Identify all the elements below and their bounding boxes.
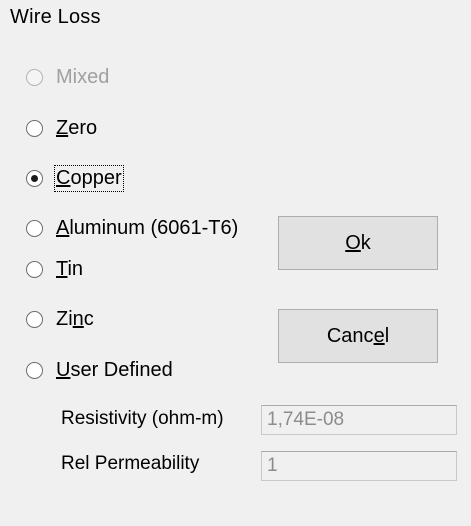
resistivity-label: Resistivity (ohm-m) [61,408,224,429]
radio-label-zero: Zero [56,116,98,139]
radio-option-copper[interactable]: Copper [26,163,124,193]
radio-button-zero[interactable] [26,119,43,137]
radio-option-tin[interactable]: Tin [26,254,83,284]
radio-option-zero[interactable]: Zero [26,113,97,143]
radio-label-user-defined: User Defined [56,358,173,381]
dialog-title: Wire Loss [10,6,101,28]
ok-button[interactable]: Ok [278,216,438,270]
radio-option-aluminum[interactable]: Aluminum (6061-T6) [26,213,238,243]
radio-button-aluminum[interactable] [26,219,43,237]
radio-option-zinc[interactable]: Zinc [26,304,94,334]
permeability-field[interactable]: 1 [261,451,457,481]
radio-button-tin[interactable] [26,260,43,278]
radio-selected-dot [31,174,38,182]
radio-label-copper: Copper [54,164,124,192]
permeability-label: Rel Permeability [61,453,200,474]
radio-label-aluminum: Aluminum (6061-T6) [56,216,239,239]
radio-button-zinc[interactable] [26,310,43,328]
radio-button-copper[interactable] [26,169,43,187]
radio-option-user-defined[interactable]: User Defined [26,355,173,385]
radio-label-zinc: Zinc [56,307,94,330]
radio-button-mixed [26,68,43,86]
radio-button-user-defined[interactable] [26,361,43,379]
radio-label-mixed: Mixed [56,65,110,88]
cancel-button[interactable]: Canc e l [278,309,438,363]
radio-label-tin: Tin [56,257,84,280]
resistivity-field[interactable]: 1,74E-08 [261,405,457,435]
wire-loss-dialog: Wire Loss Mixed Zero Copper Aluminum (60… [0,0,471,526]
radio-option-mixed: Mixed [26,62,109,92]
